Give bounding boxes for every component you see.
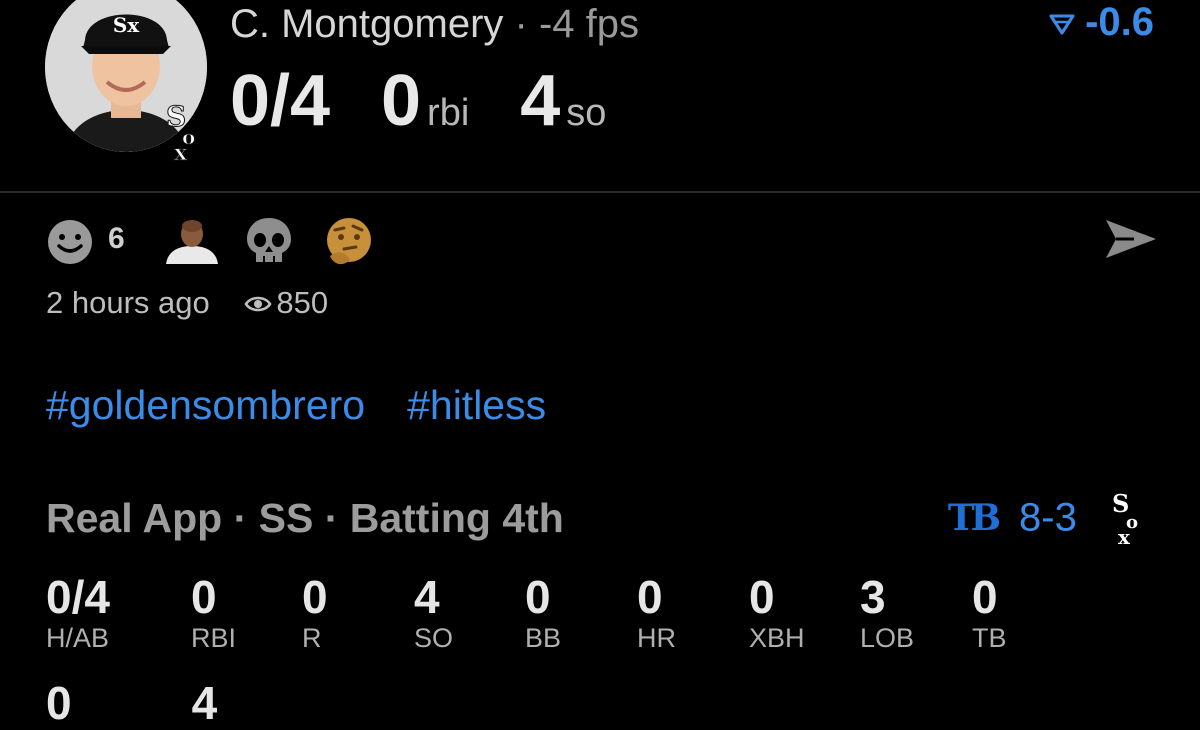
stat-value: 0	[302, 571, 328, 623]
game-score[interactable]: TB 8-3 S o x	[947, 489, 1148, 549]
stat-hr: 0 HR	[637, 570, 749, 654]
divider	[0, 191, 1200, 193]
hashtags: #goldensombrero #hitless	[46, 382, 546, 429]
white-sox-logo-icon: S o x	[1112, 489, 1138, 549]
down-trend-icon	[1049, 14, 1075, 35]
stat-lob: 3 LOB	[860, 570, 972, 654]
next-stats-row: 04	[46, 676, 217, 730]
stat-value: 3	[860, 571, 886, 623]
send-icon	[1106, 220, 1156, 258]
fps-text: · -4 fps	[503, 2, 640, 46]
stat-label: LOB	[860, 623, 915, 653]
summary-rbi-value: 0	[381, 61, 422, 141]
skull-reaction-button[interactable]	[244, 216, 294, 271]
smile-reaction-button[interactable]	[46, 218, 98, 275]
stat-label: TB	[972, 623, 1007, 653]
post-meta: 2 hours ago 850	[46, 285, 328, 323]
eye-icon	[244, 287, 272, 323]
stat-value: 0	[525, 571, 551, 623]
next-row-value: 4	[191, 677, 218, 729]
view-count: 850	[276, 285, 329, 320]
hashtag-hitless[interactable]: #hitless	[407, 382, 546, 428]
stat-label: SO	[414, 623, 454, 653]
fps-delta: -0.6	[1049, 0, 1154, 45]
summary-line: 0/4 0 rbi 4 so	[230, 60, 606, 142]
hashtag-goldensombrero[interactable]: #goldensombrero	[46, 382, 365, 428]
stat-value: 0/4	[46, 571, 110, 623]
person-emoji-icon	[166, 220, 218, 264]
summary-so-value: 4	[520, 61, 561, 141]
stat-label: R	[302, 623, 322, 653]
stat-bb: 0 BB	[525, 570, 637, 654]
next-row-value: 0	[46, 677, 72, 729]
stat-label: H/AB	[46, 623, 110, 653]
stat-label: XBH	[749, 623, 805, 653]
stat-label: BB	[525, 623, 562, 653]
score-b: 3	[1054, 495, 1077, 540]
white-sox-logo-icon: S o x	[160, 100, 212, 167]
score-separator: -	[1041, 495, 1055, 540]
rays-logo-icon: TB	[947, 497, 1001, 539]
stat-tb: 0 TB	[972, 570, 1084, 654]
summary-rbi-unit: rbi	[427, 92, 470, 134]
player-name-line: C. Montgomery · -4 fps	[230, 2, 639, 47]
stat-value: 4	[414, 571, 440, 623]
summary-hab: 0/4	[230, 61, 331, 141]
thinking-reaction-button[interactable]	[324, 216, 376, 273]
stat-rbi: 0 RBI	[191, 570, 303, 654]
thinking-face-icon	[327, 218, 371, 265]
stat-value: 0	[972, 571, 998, 623]
stat-so: 4 SO	[414, 570, 526, 654]
svg-text:x: x	[174, 140, 188, 164]
svg-text:x: x	[1118, 525, 1131, 546]
person-reaction-button[interactable]	[164, 216, 220, 269]
stat-r: 0 R	[302, 570, 414, 654]
summary-so-unit: so	[566, 92, 607, 134]
delta-value: -0.6	[1085, 0, 1154, 44]
stat-value: 0	[749, 571, 775, 623]
stat-label: RBI	[191, 623, 237, 653]
score-a: 8	[1019, 495, 1042, 540]
stat-label: HR	[637, 623, 676, 653]
player-name[interactable]: C. Montgomery	[230, 2, 503, 46]
stat-hab: 0/4 H/AB	[46, 570, 158, 654]
post-time: 2 hours ago	[46, 285, 210, 320]
smile-reaction-count: 6	[108, 222, 125, 255]
svg-text:Sx: Sx	[113, 13, 140, 37]
stat-value: 0	[637, 571, 663, 623]
stat-value: 0	[191, 571, 217, 623]
send-button[interactable]	[1104, 216, 1158, 267]
smile-face-icon	[48, 220, 92, 264]
game-context: Real App · SS · Batting 4th	[46, 495, 564, 541]
skull-emoji-icon	[247, 218, 291, 263]
stat-xbh: 0 XBH	[749, 570, 861, 654]
